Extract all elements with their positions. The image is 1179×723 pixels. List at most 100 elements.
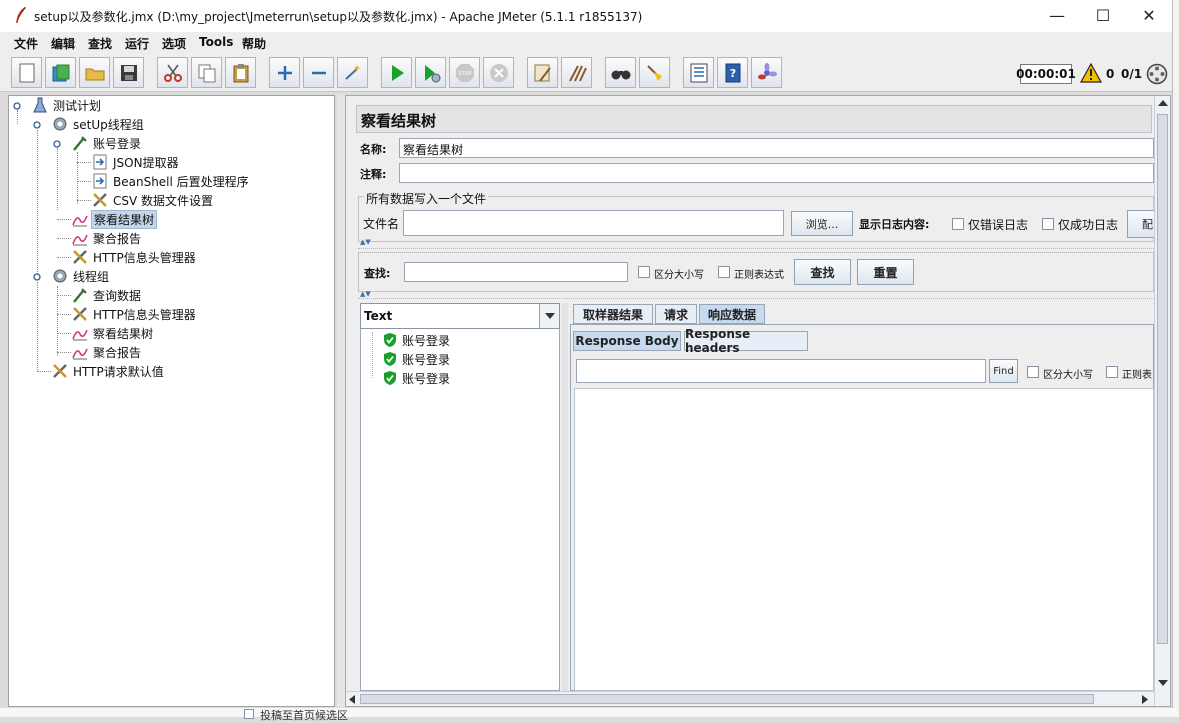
open-button[interactable]: [79, 57, 110, 88]
response-body-area[interactable]: [574, 388, 1154, 691]
errors-only-checkbox[interactable]: [952, 218, 964, 230]
start-button[interactable]: [381, 57, 412, 88]
menu-search[interactable]: 查找: [88, 35, 112, 52]
scroll-thumb[interactable]: [360, 694, 1094, 704]
scroll-thumb[interactable]: [1157, 114, 1168, 644]
tree-expand-handle[interactable]: [53, 140, 61, 148]
result-item[interactable]: 账号登录: [382, 369, 450, 387]
search-input[interactable]: [404, 262, 628, 282]
tree-node-label: 聚合报告: [93, 345, 142, 360]
find-button[interactable]: 查找: [794, 259, 851, 285]
tab-response-data[interactable]: 响应数据: [699, 304, 765, 324]
name-label: 名称:: [360, 143, 387, 156]
tree-node-query-sampler[interactable]: 查询数据: [71, 286, 143, 304]
menu-options[interactable]: 选项: [162, 35, 186, 52]
window-title: setup以及参数化.jmx (D:\my_project\Jmeterrun\…: [34, 10, 643, 24]
tree-node-view-results-tree[interactable]: 察看结果树: [71, 209, 158, 229]
tree-node-http-request-defaults[interactable]: HTTP请求默认值: [51, 362, 166, 380]
warning-icon[interactable]: [1080, 63, 1102, 83]
toggle-button[interactable]: [337, 57, 368, 88]
result-item[interactable]: 账号登录: [382, 331, 450, 349]
graph-icon: [72, 215, 88, 227]
tree-node-beanshell-postprocessor[interactable]: BeanShell 后置处理程序: [91, 172, 251, 190]
tree-node-http-header-manager-2[interactable]: HTTP信息头管理器: [71, 305, 198, 323]
menu-file[interactable]: 文件: [14, 35, 38, 52]
tree-expand-handle[interactable]: [33, 121, 41, 129]
tree-node-test-plan[interactable]: 测试计划: [31, 96, 103, 114]
new-button[interactable]: [11, 57, 42, 88]
tree-guide: [77, 152, 78, 204]
function-helper-button[interactable]: [683, 57, 714, 88]
collapse-arrows-icon[interactable]: ▲▼: [360, 238, 371, 246]
reset-search-button[interactable]: [639, 57, 670, 88]
collapse-arrows-icon[interactable]: ▲▼: [360, 290, 371, 298]
browse-button[interactable]: 浏览...: [791, 211, 853, 236]
tree-node-csv-data-set[interactable]: CSV 数据文件设置: [91, 191, 215, 209]
regex-checkbox[interactable]: [718, 266, 730, 278]
maximize-button[interactable]: ☐: [1080, 0, 1126, 30]
renderer-dropdown-button[interactable]: [539, 304, 559, 328]
menu-run[interactable]: 运行: [125, 35, 149, 52]
tree-node-view-results-tree-2[interactable]: 察看结果树: [71, 324, 155, 342]
scroll-down-icon[interactable]: [1158, 680, 1168, 686]
stop-button[interactable]: STOP: [449, 57, 480, 88]
results-splitter[interactable]: [562, 303, 568, 691]
tree-guide: [57, 295, 71, 296]
status-indicator-icon[interactable]: [1146, 63, 1168, 85]
response-regex-checkbox[interactable]: [1106, 366, 1118, 378]
help-button[interactable]: ?: [717, 57, 748, 88]
clear-all-button[interactable]: [561, 57, 592, 88]
subtab-response-headers[interactable]: Response headers: [684, 327, 808, 355]
minimize-button[interactable]: —: [1034, 0, 1080, 30]
clear-button[interactable]: [527, 57, 558, 88]
cut-button[interactable]: [157, 57, 188, 88]
success-only-checkbox[interactable]: [1042, 218, 1054, 230]
tree-node-http-header-manager[interactable]: HTTP信息头管理器: [71, 248, 198, 266]
vertical-scrollbar[interactable]: [1154, 96, 1170, 706]
tree-node-json-extractor[interactable]: JSON提取器: [91, 153, 181, 171]
scroll-left-icon[interactable]: [349, 695, 355, 704]
panel-splitter[interactable]: [337, 95, 345, 707]
tree-expand-handle[interactable]: [33, 273, 41, 281]
close-button[interactable]: ✕: [1126, 0, 1172, 30]
reset-button[interactable]: 重置: [857, 259, 914, 285]
templates-button[interactable]: [45, 57, 76, 88]
result-item[interactable]: 账号登录: [382, 350, 450, 368]
start-no-pauses-button[interactable]: [415, 57, 446, 88]
tree-node-label: setUp线程组: [73, 117, 144, 132]
name-field[interactable]: 察看结果树: [399, 138, 1154, 158]
tree-node-aggregate-report-2[interactable]: 聚合报告: [71, 343, 143, 361]
response-find-input[interactable]: [576, 359, 986, 383]
save-button[interactable]: [113, 57, 144, 88]
comment-field[interactable]: [399, 163, 1154, 183]
subtab-response-body[interactable]: Response Body: [573, 331, 681, 351]
renderer-select[interactable]: Text: [360, 303, 560, 329]
background-checkbox[interactable]: [244, 709, 254, 719]
response-find-button[interactable]: Find: [989, 359, 1018, 383]
tree-expand-handle[interactable]: [13, 102, 21, 110]
tree-node-setup-thread-group[interactable]: setUp线程组: [51, 115, 146, 133]
menu-help[interactable]: 帮助: [242, 35, 266, 52]
tree-node-thread-group[interactable]: 线程组: [51, 267, 111, 285]
paste-button[interactable]: [225, 57, 256, 88]
collapse-button[interactable]: [303, 57, 334, 88]
horizontal-scrollbar[interactable]: [346, 691, 1154, 706]
filename-field[interactable]: [403, 210, 784, 236]
scroll-up-icon[interactable]: [1158, 100, 1168, 106]
menu-edit[interactable]: 编辑: [51, 35, 75, 52]
tree-node-label: 线程组: [73, 269, 110, 284]
expand-button[interactable]: [269, 57, 300, 88]
menu-tools[interactable]: Tools: [199, 35, 233, 49]
copy-button[interactable]: [191, 57, 222, 88]
response-case-label: 区分大小写: [1043, 370, 1093, 381]
response-case-checkbox[interactable]: [1027, 366, 1039, 378]
tree-node-aggregate-report[interactable]: 聚合报告: [71, 229, 143, 247]
tree-node-login-sampler[interactable]: 账号登录: [71, 134, 143, 152]
case-sensitive-checkbox[interactable]: [638, 266, 650, 278]
scroll-right-icon[interactable]: [1142, 695, 1148, 704]
search-button[interactable]: [605, 57, 636, 88]
shutdown-button[interactable]: [483, 57, 514, 88]
remote-button[interactable]: [751, 57, 782, 88]
tab-request[interactable]: 请求: [655, 304, 697, 324]
tab-sampler-result[interactable]: 取样器结果: [573, 304, 653, 324]
